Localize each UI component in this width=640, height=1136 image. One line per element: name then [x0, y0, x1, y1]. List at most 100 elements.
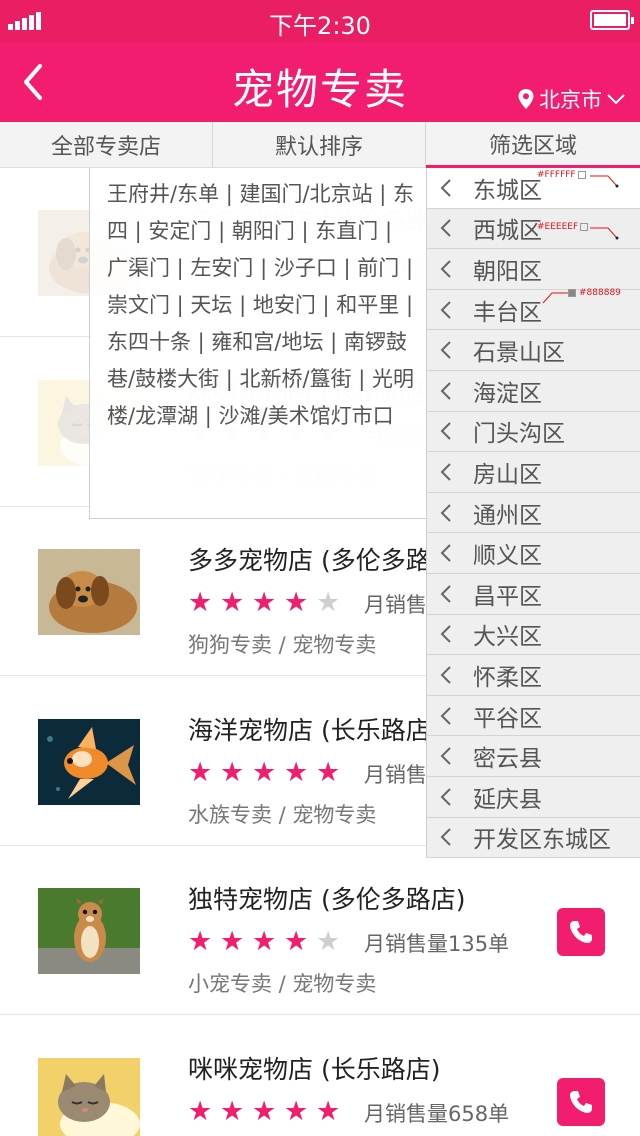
district-item[interactable]: 海淀区 [427, 370, 640, 412]
color-annotation-gray: #888889 [568, 288, 621, 298]
star-filled-icon: ★ [220, 756, 245, 788]
store-category: 小宠专卖 / 宠物专卖 [188, 972, 377, 996]
star-filled-icon: ★ [284, 756, 309, 788]
color-annotation-white: #FFFFFF [537, 170, 586, 180]
chevron-left-icon [440, 544, 451, 562]
district-item[interactable]: 平谷区 [427, 695, 640, 737]
chevron-left-icon [440, 422, 451, 441]
star-filled-icon: ★ [188, 587, 213, 618]
store-name: 海洋宠物店 (长乐路店) [188, 715, 441, 745]
annotation-pointer-icon [590, 227, 619, 240]
chevron-left-icon [440, 463, 451, 481]
star-empty-icon: ★ [316, 926, 341, 957]
district-item[interactable]: 石景山区 [427, 330, 640, 371]
district-label: 东城区 [473, 177, 542, 204]
star-filled-icon: ★ [284, 587, 309, 618]
district-label: 开发区东城区 [473, 827, 611, 854]
store-sales: 月销售量135单 [364, 932, 510, 956]
call-button[interactable] [557, 908, 605, 956]
star-filled-icon: ★ [220, 1095, 245, 1127]
city-selector[interactable]: 北京市 [517, 82, 626, 116]
subarea-list[interactable]: 王府井/东单 | 建国门/北京站 | 东四 | 安定门 | 朝阳门 | 东直门 … [107, 176, 416, 435]
chevron-left-icon [440, 787, 451, 806]
star-filled-icon: ★ [284, 1095, 309, 1127]
district-label: 西城区 [473, 218, 542, 245]
chevron-left-icon [440, 219, 451, 238]
chevron-left-icon [440, 300, 451, 319]
district-item[interactable]: 顺义区 [427, 533, 640, 574]
color-swatch [580, 223, 589, 231]
district-item[interactable]: 密云县 [427, 736, 640, 777]
color-annotation-light-gray: #EEEEEF [537, 222, 589, 232]
district-list: 东城区西城区朝阳区丰台区石景山区海淀区门头沟区房山区通州区顺义区昌平区大兴区怀柔… [426, 168, 640, 859]
district-item[interactable]: 延庆县 [427, 776, 640, 818]
battery-icon [590, 10, 634, 30]
district-item[interactable]: 怀柔区 [427, 655, 640, 696]
chevron-down-icon [607, 94, 625, 105]
district-label: 丰台区 [473, 299, 542, 326]
tab-default-sort[interactable]: 默认排序 [213, 122, 426, 168]
store-thumbnail [38, 718, 140, 805]
store-thumbnail [38, 888, 140, 974]
store-rating: ★★★★★ [188, 756, 348, 788]
district-item[interactable]: 开发区东城区 [427, 817, 640, 859]
star-filled-icon: ★ [252, 1095, 277, 1127]
chevron-left-icon [440, 625, 451, 644]
chevron-left-icon [440, 747, 451, 765]
store-name: 独特宠物店 (多伦多路店) [188, 885, 466, 914]
store-name: 咪咪宠物店 (长乐路店) [188, 1054, 441, 1084]
district-label: 昌平区 [473, 583, 542, 610]
store-rating: ★★★★★ [188, 928, 348, 956]
subarea-dropdown: 王府井/东单 | 建国门/北京站 | 东四 | 安定门 | 朝阳门 | 东直门 … [89, 168, 426, 519]
annotation-label: #FFFFFF [537, 170, 576, 180]
chevron-left-icon [440, 179, 451, 197]
chevron-left-icon [440, 706, 451, 725]
star-filled-icon: ★ [252, 926, 277, 957]
tab-filter-region[interactable]: 筛选区域 [426, 122, 640, 168]
district-item[interactable]: 通州区 [427, 492, 640, 534]
store-rating: ★★★★★ [188, 1095, 348, 1127]
star-filled-icon: ★ [220, 587, 245, 618]
tab-all-stores[interactable]: 全部专卖店 [0, 122, 213, 168]
call-button[interactable] [557, 1077, 605, 1126]
district-label: 门头沟区 [473, 421, 565, 448]
color-swatch [577, 171, 586, 179]
chevron-left-icon [440, 382, 451, 400]
district-item[interactable]: 房山区 [427, 452, 640, 493]
chevron-left-icon [440, 503, 451, 522]
phone-icon [570, 921, 592, 943]
district-label: 怀柔区 [473, 664, 542, 691]
annotation-pointer-icon [542, 292, 568, 304]
star-filled-icon: ★ [252, 587, 277, 618]
chevron-left-icon [440, 828, 451, 847]
store-row[interactable]: 独特宠物店 (多伦多路店) ★ ★ ★ ★ ★ 月销售量135单小宠专卖 / 宠物专卖 [0, 846, 640, 1015]
app-header: 宠物专卖 北京市 [0, 42, 640, 122]
store-name: 多多宠物店 (多伦多路店) [188, 546, 466, 575]
store-rating: ★★★★★ [188, 589, 348, 617]
district-label: 密云县 [473, 746, 542, 773]
status-time: 下午2:30 [269, 12, 371, 40]
store-category: 狗狗专卖 / 宠物专卖 [188, 633, 377, 657]
star-filled-icon: ★ [188, 1095, 213, 1127]
store-row[interactable]: 咪咪宠物店 (长乐路店)★★★★★月销售量658单猫咪专卖 / 宠物专卖 [0, 1015, 640, 1136]
district-label: 通州区 [473, 502, 542, 529]
annotation-label: #888889 [579, 288, 621, 298]
district-label: 石景山区 [473, 340, 565, 367]
district-item[interactable]: 门头沟区 [427, 411, 640, 453]
star-filled-icon: ★ [316, 1095, 341, 1127]
district-item[interactable]: 朝阳区 [427, 249, 640, 290]
store-thumbnail [38, 1057, 140, 1136]
district-item[interactable]: 昌平区 [427, 573, 640, 615]
district-item[interactable]: 大兴区 [427, 614, 640, 656]
location-pin-icon [518, 89, 534, 109]
annotation-label: #EEEEEF [537, 222, 579, 232]
star-filled-icon: ★ [316, 756, 341, 788]
district-label: 朝阳区 [473, 258, 542, 285]
star-filled-icon: ★ [284, 926, 309, 957]
star-empty-icon: ★ [316, 587, 341, 618]
annotation-pointer-icon [590, 175, 619, 188]
store-sales: 月销售量658单 [364, 1101, 510, 1126]
district-label: 顺义区 [473, 543, 542, 570]
chevron-left-icon [440, 666, 451, 684]
phone-icon [570, 1090, 592, 1113]
